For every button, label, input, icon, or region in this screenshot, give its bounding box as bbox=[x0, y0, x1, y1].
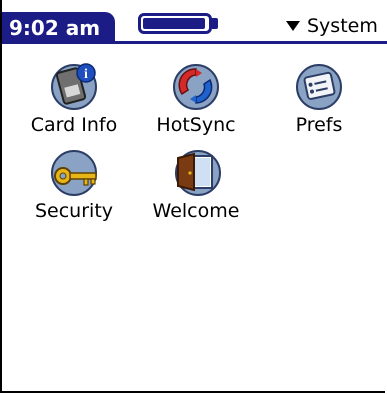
battery-tip bbox=[212, 18, 218, 29]
time-label: 9:02 am bbox=[9, 16, 101, 40]
app-label: Card Info bbox=[30, 114, 118, 136]
welcome-door-icon bbox=[175, 150, 221, 196]
app-security[interactable]: Security bbox=[19, 146, 129, 222]
app-card-info[interactable]: i Card Info bbox=[19, 60, 129, 136]
category-label: System bbox=[307, 15, 378, 37]
card-info-icon: i bbox=[51, 63, 97, 110]
battery-icon[interactable] bbox=[138, 13, 212, 34]
clock-tab[interactable]: 9:02 am bbox=[2, 12, 115, 44]
app-label: Security bbox=[34, 200, 114, 222]
title-bar-rule bbox=[2, 41, 387, 44]
app-hotsync[interactable]: HotSync bbox=[141, 60, 251, 136]
app-label: Welcome bbox=[152, 200, 240, 222]
battery-level-fill bbox=[143, 18, 205, 29]
prefs-icon bbox=[296, 64, 342, 110]
category-dropdown[interactable]: System bbox=[286, 12, 378, 40]
security-key-icon bbox=[51, 150, 97, 196]
app-label: Prefs bbox=[295, 114, 343, 136]
app-label: HotSync bbox=[156, 114, 236, 136]
svg-text:i: i bbox=[84, 67, 88, 82]
app-welcome[interactable]: Welcome bbox=[141, 146, 251, 222]
dropdown-arrow-icon bbox=[286, 21, 300, 31]
launcher-screen: 9:02 am System i Card Info HotSync Prefs… bbox=[0, 0, 387, 393]
app-prefs[interactable]: Prefs bbox=[264, 60, 374, 136]
hotsync-icon bbox=[173, 64, 219, 110]
